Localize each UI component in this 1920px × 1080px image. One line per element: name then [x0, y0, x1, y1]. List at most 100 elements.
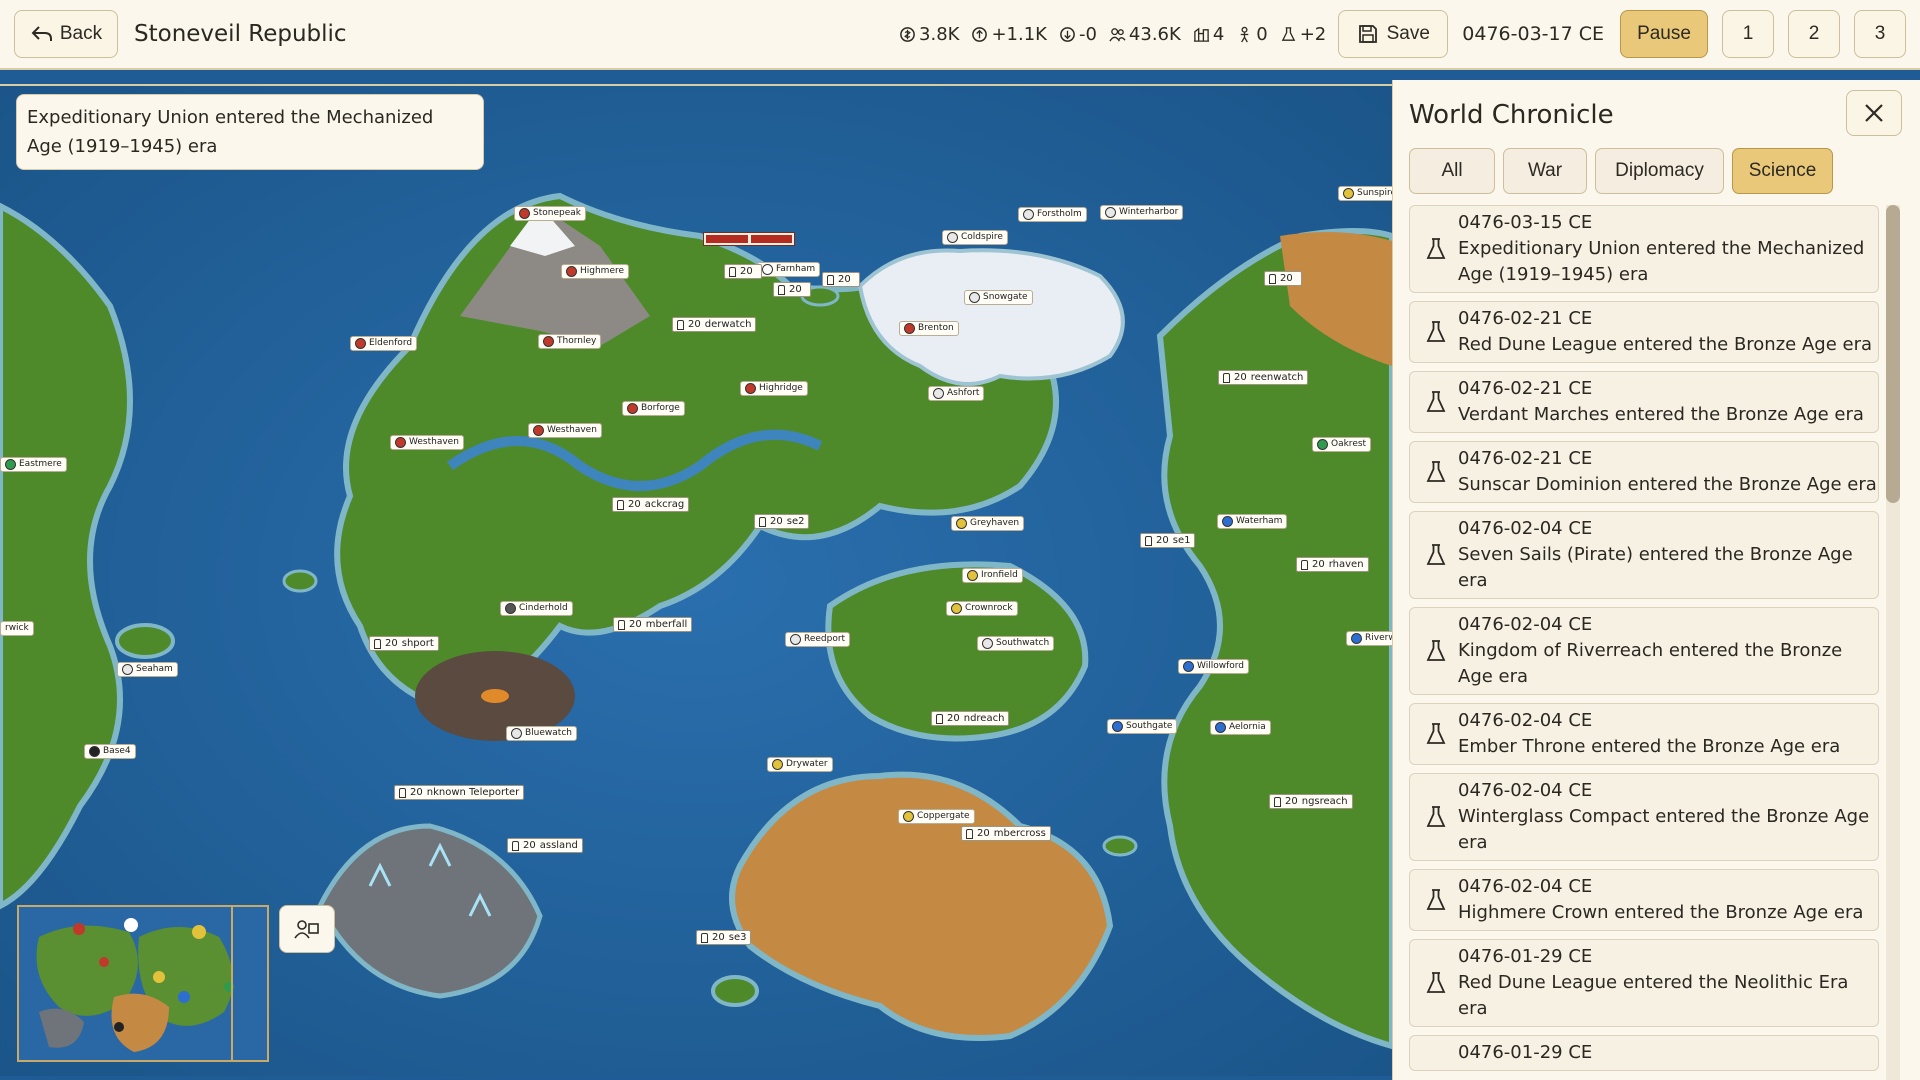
unit-stack[interactable]: 20: [822, 272, 860, 287]
back-label: Back: [59, 23, 103, 44]
city-label[interactable]: Borforge: [622, 401, 685, 416]
chronicle-event[interactable]: 0476-02-04 CE Winterglass Compact entere…: [1409, 773, 1879, 861]
chronicle-event[interactable]: 0476-02-04 CE Ember Throne entered the B…: [1409, 703, 1879, 765]
city-label[interactable]: Westhaven: [528, 423, 602, 438]
event-date: 0476-02-04 CE: [1458, 518, 1593, 539]
chronicle-scrollbar-thumb[interactable]: [1886, 205, 1900, 503]
city-label[interactable]: rwick: [0, 621, 34, 636]
unit-stack[interactable]: 20 mberfall: [613, 617, 693, 632]
pause-button[interactable]: Pause: [1620, 10, 1708, 58]
city-label[interactable]: Coldspire: [942, 230, 1008, 245]
city-label[interactable]: Southgate: [1107, 719, 1178, 734]
science-flask-icon: [1426, 972, 1446, 993]
unit-count-value: 0: [1256, 23, 1268, 45]
gold-coin-icon: [900, 26, 915, 42]
city-label[interactable]: Snowgate: [964, 290, 1033, 305]
tab-all[interactable]: All: [1409, 148, 1495, 194]
gold-value: 3.8K: [919, 23, 960, 45]
income-stat: +1.1K: [971, 24, 1047, 45]
unit-stack[interactable]: 20: [1264, 271, 1302, 286]
city-label[interactable]: Ashfort: [928, 386, 985, 401]
tab-science[interactable]: Science: [1732, 148, 1833, 194]
close-chronicle-button[interactable]: [1846, 90, 1902, 136]
city-label[interactable]: Thornley: [538, 334, 602, 349]
chronicle-tabs: All War Diplomacy Science: [1409, 148, 1833, 194]
city-label[interactable]: Eastmere: [0, 457, 67, 472]
city-label[interactable]: Oakrest: [1312, 437, 1372, 452]
tab-diplomacy[interactable]: Diplomacy: [1595, 148, 1724, 194]
event-text: Sunscar Dominion entered the Bronze Age …: [1458, 474, 1877, 495]
chronicle-event[interactable]: 0476-02-21 CE Sunscar Dominion entered t…: [1409, 441, 1879, 503]
city-label[interactable]: Coppergate: [898, 809, 975, 824]
science-flask-icon: [1426, 640, 1446, 661]
city-label[interactable]: Greyhaven: [951, 516, 1025, 531]
tab-war[interactable]: War: [1503, 148, 1587, 194]
chronicle-event-list[interactable]: 0476-03-15 CE Expeditionary Union entere…: [1409, 205, 1879, 1079]
unit-stack[interactable]: 20 assland: [507, 838, 583, 853]
unit-stack[interactable]: 20 shport: [369, 636, 439, 651]
city-label[interactable]: Highmere: [561, 264, 630, 279]
unit-stack[interactable]: 20 se1: [1140, 533, 1196, 548]
science-flask-icon: [1426, 544, 1446, 565]
chronicle-event[interactable]: 0476-02-04 CE Highmere Crown entered the…: [1409, 869, 1879, 931]
city-label[interactable]: Cinderhold: [500, 601, 573, 616]
city-label[interactable]: Highridge: [740, 381, 808, 396]
chronicle-event[interactable]: 0476-01-29 CE Red Dune League entered th…: [1409, 939, 1879, 1027]
city-label[interactable]: Brenton: [899, 321, 959, 336]
unit-stack[interactable]: 20 se3: [696, 930, 752, 945]
city-label[interactable]: Southwatch: [977, 636, 1055, 651]
chronicle-event[interactable]: 0476-01-29 CE: [1409, 1035, 1879, 1071]
chronicle-event[interactable]: 0476-02-04 CE Kingdom of Riverreach ente…: [1409, 607, 1879, 695]
unit-stack[interactable]: 20: [773, 282, 811, 297]
unit-stack[interactable]: 20 derwatch: [672, 317, 757, 332]
event-date: 0476-01-29 CE: [1458, 946, 1593, 967]
city-label[interactable]: Stonepeak: [514, 206, 586, 221]
map-layer-button[interactable]: [279, 905, 335, 953]
event-text: Highmere Crown entered the Bronze Age er…: [1458, 902, 1864, 923]
top-bar: Back Stoneveil Republic 3.8K +1.1K -0 43…: [0, 0, 1920, 70]
unit-icon: [1240, 26, 1249, 42]
city-label[interactable]: Winterharbor: [1100, 205, 1184, 220]
city-label[interactable]: Base4: [84, 744, 136, 759]
back-button[interactable]: Back: [14, 10, 118, 58]
unit-stack[interactable]: 20 mbercross: [961, 826, 1051, 841]
unit-stack[interactable]: 20 rhaven: [1296, 557, 1369, 572]
unit-stack[interactable]: 20 ndreach: [931, 711, 1010, 726]
minimap-viewport[interactable]: [19, 907, 233, 1060]
speed-2-button[interactable]: 2: [1788, 10, 1840, 58]
unit-stack[interactable]: 20: [724, 264, 762, 279]
game-date: 0476-03-17 CE: [1462, 23, 1604, 45]
save-label: Save: [1386, 23, 1430, 44]
income-icon: [972, 26, 988, 42]
speed-3-button[interactable]: 3: [1854, 10, 1906, 58]
chronicle-event[interactable]: 0476-02-04 CE Seven Sails (Pirate) enter…: [1409, 511, 1879, 599]
chronicle-event[interactable]: 0476-02-21 CE Verdant Marches entered th…: [1409, 371, 1879, 433]
unit-stack[interactable]: 20 se2: [754, 514, 810, 529]
city-label[interactable]: Seaham: [117, 662, 178, 677]
chronicle-event[interactable]: 0476-03-15 CE Expeditionary Union entere…: [1409, 205, 1879, 293]
civ-name: Stoneveil Republic: [134, 21, 347, 47]
speed-1-button[interactable]: 1: [1722, 10, 1774, 58]
minimap[interactable]: [17, 905, 269, 1062]
city-label[interactable]: Farnham: [757, 262, 821, 277]
unit-stack[interactable]: 20 reenwatch: [1218, 370, 1309, 385]
save-button[interactable]: Save: [1338, 10, 1449, 58]
city-label[interactable]: Aelornia: [1210, 720, 1271, 735]
city-label[interactable]: Willowford: [1178, 659, 1249, 674]
unit-stack[interactable]: 20 ackcrag: [612, 497, 690, 512]
city-label[interactable]: Forstholm: [1018, 207, 1087, 222]
city-label[interactable]: Ironfield: [962, 568, 1023, 583]
unit-stack[interactable]: 20 ngsreach: [1269, 794, 1353, 809]
unit-stack[interactable]: 20 nknown Teleporter: [394, 785, 525, 800]
city-label[interactable]: Westhaven: [390, 435, 464, 450]
city-label[interactable]: Reedport: [785, 632, 851, 647]
population-stat: 43.6K: [1109, 24, 1181, 45]
city-label[interactable]: Eldenford: [350, 336, 418, 351]
people-layer-icon: [294, 920, 319, 939]
city-label[interactable]: Crownrock: [946, 601, 1018, 616]
city-label[interactable]: Drywater: [767, 757, 833, 772]
chronicle-event[interactable]: 0476-02-21 CE Red Dune League entered th…: [1409, 301, 1879, 363]
era-notification: Expeditionary Union entered the Mechaniz…: [16, 94, 484, 170]
city-label[interactable]: Waterham: [1217, 514, 1288, 529]
city-label[interactable]: Bluewatch: [506, 726, 577, 741]
